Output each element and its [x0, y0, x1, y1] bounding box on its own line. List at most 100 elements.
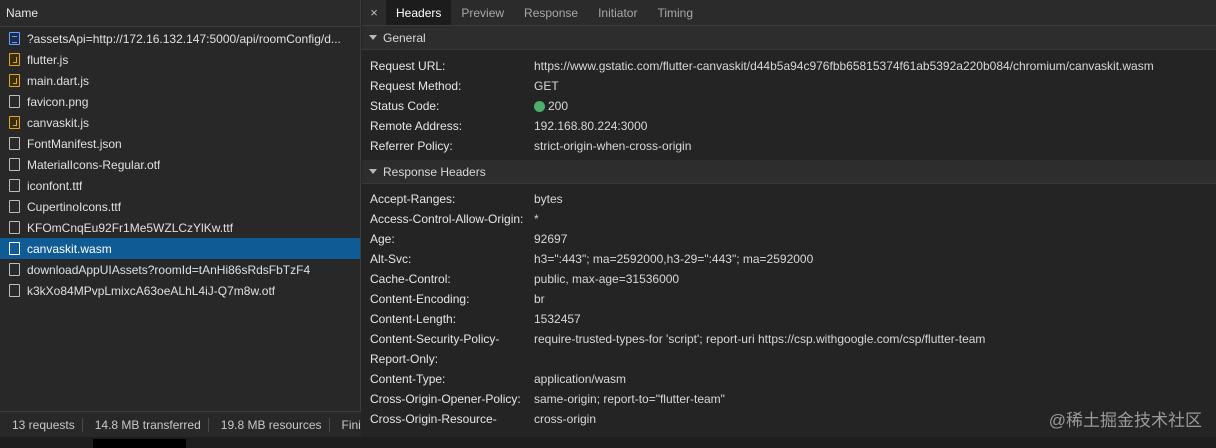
- file-icon: [9, 221, 20, 234]
- request-row[interactable]: downloadAppUIAssets?roomId=tAnHi86sRdsFb…: [0, 259, 360, 280]
- request-row[interactable]: k3kXo84MPvpLmixcA63oeALhL4iJ-Q7m8w.otf: [0, 280, 360, 301]
- bottom-dark-block: [93, 439, 186, 448]
- script-file-icon: [9, 53, 20, 66]
- close-icon[interactable]: ×: [362, 0, 386, 25]
- header-row: Accept-Ranges: bytes: [362, 189, 1216, 209]
- header-value: 200: [534, 96, 568, 116]
- header-value-text: https://www.gstatic.com/flutter-canvaski…: [534, 59, 1154, 73]
- header-row: Content-Length: 1532457: [362, 309, 1216, 329]
- resources-size: 19.8 MB resources: [209, 417, 330, 432]
- caret-down-icon: [369, 35, 377, 40]
- request-name: KFOmCnqEu92Fr1Me5WZLCzYlKw.ttf: [27, 220, 234, 235]
- transferred-size: 14.8 MB transferred: [83, 417, 209, 432]
- header-value: *: [534, 209, 539, 229]
- header-value-text: require-trusted-types-for 'script'; repo…: [534, 332, 986, 346]
- header-name: Alt-Svc:: [370, 252, 412, 266]
- header-value: h3=":443"; ma=2592000,h3-29=":443"; ma=2…: [534, 249, 813, 269]
- header-name: Content-Type:: [370, 372, 446, 386]
- request-name: flutter.js: [27, 52, 69, 67]
- request-count: 13 requests: [0, 417, 83, 432]
- details-tab-bar: × Headers Preview Response Initiator Tim…: [362, 0, 1216, 26]
- header-value-text: 200: [548, 99, 569, 113]
- header-value: br: [534, 289, 545, 309]
- header-row: Content-Security-Policy-require-trusted-…: [362, 329, 1216, 349]
- header-value: bytes: [534, 189, 563, 209]
- header-name: Status Code:: [370, 99, 440, 113]
- header-name: Accept-Ranges:: [370, 192, 456, 206]
- document-icon: [9, 32, 20, 45]
- bottom-strip: [0, 437, 1216, 448]
- header-value-text: 1532457: [534, 312, 581, 326]
- tab-headers[interactable]: Headers: [386, 0, 452, 25]
- general-section-toggle[interactable]: General: [362, 26, 1216, 50]
- header-value-text: same-origin; report-to="flutter-team": [534, 392, 725, 406]
- request-row[interactable]: favicon.png: [0, 91, 360, 112]
- header-value: application/wasm: [534, 369, 626, 389]
- file-icon: [9, 158, 20, 171]
- header-value-text: br: [534, 292, 545, 306]
- header-name: Referrer Policy:: [370, 139, 453, 153]
- file-icon: [9, 95, 20, 108]
- header-row: Request Method: GET: [362, 76, 1216, 96]
- header-name: Content-Encoding:: [370, 292, 470, 306]
- request-name: main.dart.js: [27, 73, 90, 88]
- file-icon: [9, 242, 20, 255]
- header-name: Cross-Origin-Resource-: [370, 412, 497, 426]
- request-row[interactable]: FontManifest.json: [0, 133, 360, 154]
- header-name: Content-Length:: [370, 312, 457, 326]
- request-row[interactable]: canvaskit.js: [0, 112, 360, 133]
- header-value-text: h3=":443"; ma=2592000,h3-29=":443"; ma=2…: [534, 252, 814, 266]
- request-name: FontManifest.json: [27, 136, 122, 151]
- response-headers-section-title: Response Headers: [383, 164, 486, 179]
- header-row: Age: 92697: [362, 229, 1216, 249]
- request-row[interactable]: iconfont.ttf: [0, 175, 360, 196]
- header-value: cross-origin: [534, 409, 596, 429]
- request-name: MaterialIcons-Regular.otf: [27, 157, 161, 172]
- header-name: Content-Security-Policy-: [370, 332, 500, 346]
- header-value: 92697: [534, 229, 567, 249]
- finish-time: Fini: [341, 417, 361, 432]
- tab-timing[interactable]: Timing: [647, 0, 703, 25]
- header-value: 192.168.80.224:3000: [534, 116, 647, 136]
- request-row[interactable]: main.dart.js: [0, 70, 360, 91]
- request-row[interactable]: ?assetsApi=http://172.16.132.147:5000/ap…: [0, 28, 360, 49]
- request-row[interactable]: canvaskit.wasm: [0, 238, 360, 259]
- request-name: iconfont.ttf: [27, 178, 83, 193]
- request-name: k3kXo84MPvpLmixcA63oeALhL4iJ-Q7m8w.otf: [27, 283, 276, 298]
- request-name: favicon.png: [27, 94, 89, 109]
- script-file-icon: [9, 116, 20, 129]
- request-details-panel: × Headers Preview Response Initiator Tim…: [362, 0, 1216, 437]
- header-row: Alt-Svc: h3=":443"; ma=2592000,h3-29=":44…: [362, 249, 1216, 269]
- header-row: Access-Control-Allow-Origin: *: [362, 209, 1216, 229]
- header-value: 1532457: [534, 309, 581, 329]
- header-value-text: 92697: [534, 232, 568, 246]
- script-file-icon: [9, 74, 20, 87]
- request-row[interactable]: MaterialIcons-Regular.otf: [0, 154, 360, 175]
- file-icon: [9, 179, 20, 192]
- name-column-header[interactable]: Name: [0, 0, 360, 27]
- file-icon: [9, 263, 20, 276]
- tab-preview[interactable]: Preview: [451, 0, 514, 25]
- header-value-text: strict-origin-when-cross-origin: [534, 139, 692, 153]
- request-name: downloadAppUIAssets?roomId=tAnHi86sRdsFb…: [27, 262, 311, 277]
- request-row[interactable]: CupertinoIcons.ttf: [0, 196, 360, 217]
- request-row[interactable]: KFOmCnqEu92Fr1Me5WZLCzYlKw.ttf: [0, 217, 360, 238]
- header-row: Status Code: 200: [362, 96, 1216, 116]
- request-row[interactable]: flutter.js: [0, 49, 360, 70]
- request-name: CupertinoIcons.ttf: [27, 199, 122, 214]
- tab-response[interactable]: Response: [514, 0, 588, 25]
- header-value-text: public, max-age=31536000: [534, 272, 680, 286]
- header-value: same-origin; report-to="flutter-team": [534, 389, 725, 409]
- header-row: Content-Type: application/wasm: [362, 369, 1216, 389]
- header-value: require-trusted-types-for 'script'; repo…: [534, 329, 985, 349]
- response-headers-section-toggle[interactable]: Response Headers: [362, 160, 1216, 184]
- tab-initiator[interactable]: Initiator: [588, 0, 647, 25]
- header-name: Request Method:: [370, 79, 462, 93]
- caret-down-icon: [369, 169, 377, 174]
- header-value-text: GET: [534, 79, 559, 93]
- header-row: Request URL: https://www.gstatic.com/flut…: [362, 56, 1216, 76]
- header-row: Remote Address: 192.168.80.224:3000: [362, 116, 1216, 136]
- request-name: canvaskit.js: [27, 115, 90, 130]
- general-section-title: General: [383, 30, 426, 45]
- header-row: Cache-Control: public, max-age=31536000: [362, 269, 1216, 289]
